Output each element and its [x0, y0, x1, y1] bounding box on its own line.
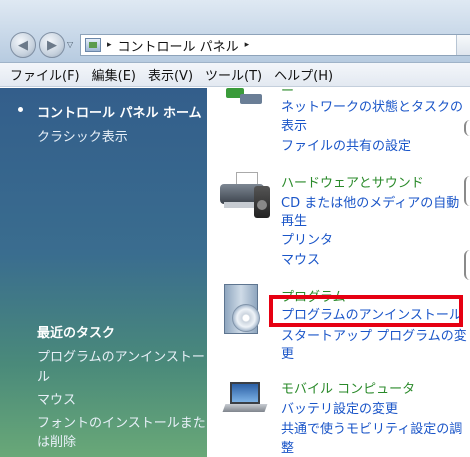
menu-view[interactable]: 表示(V) — [148, 65, 193, 84]
network-status-link[interactable]: ネットワークの状態とタスクの — [281, 96, 463, 115]
menu-edit[interactable]: 編集(E) — [92, 65, 136, 84]
classic-view-link[interactable]: クラシック表示 — [37, 126, 128, 145]
mobility-settings-link-cont[interactable]: 整 — [281, 437, 294, 456]
breadcrumb-separator-icon[interactable]: ▸ — [245, 40, 250, 50]
network-icon[interactable] — [222, 88, 266, 106]
network-status-link-cont[interactable]: 表示 — [281, 115, 307, 134]
forward-arrow-icon: ▶ — [47, 37, 57, 53]
menu-bar: ファイル(F) 編集(E) 表示(V) ツール(T) ヘルプ(H) — [0, 63, 470, 87]
recent-pages-dropdown-icon[interactable]: ▽ — [67, 40, 73, 49]
partial-category-icon — [464, 120, 470, 136]
recent-task-mouse[interactable]: マウス — [37, 389, 76, 408]
highlight-annotation-box — [269, 295, 463, 327]
hardware-sound-category-title[interactable]: ハードウェアとサウンド — [281, 172, 424, 191]
back-button[interactable]: ◀ — [10, 32, 36, 58]
recent-tasks-heading: 最近のタスク — [37, 326, 116, 341]
address-dropdown-button[interactable] — [456, 35, 470, 55]
breadcrumb-separator-icon[interactable]: ▸ — [107, 40, 112, 50]
laptop-icon[interactable] — [222, 382, 268, 418]
programs-icon[interactable] — [222, 282, 266, 338]
forward-button[interactable]: ▶ — [39, 32, 65, 58]
battery-settings-link[interactable]: バッテリ設定の変更 — [281, 398, 398, 417]
recent-task-fonts-cont[interactable]: は削除 — [37, 431, 76, 450]
control-panel-home-link[interactable]: コントロール パネル ホーム — [37, 102, 202, 121]
mouse-link[interactable]: マウス — [281, 249, 320, 268]
recent-task-fonts[interactable]: フォントのインストールまた — [37, 412, 206, 431]
address-toolbar: ◀ ▶ ▽ ▸ コントロール パネル ▸ — [0, 0, 470, 63]
menu-file[interactable]: ファイル(F) — [10, 65, 80, 84]
current-page-bullet-icon — [18, 107, 23, 112]
printer-speaker-icon[interactable] — [218, 172, 272, 220]
autoplay-link[interactable]: CD または他のメディアの自動 — [281, 192, 459, 211]
control-panel-icon — [85, 38, 101, 52]
mobility-settings-link[interactable]: 共通で使うモビリティ設定の調 — [281, 418, 462, 437]
mobile-pc-category-title[interactable]: モバイル コンピュータ — [281, 378, 415, 397]
breadcrumb-control-panel[interactable]: コントロール パネル — [118, 36, 239, 55]
partial-category-icon — [464, 250, 470, 280]
startup-programs-link[interactable]: スタートアップ プログラムの変 — [281, 325, 467, 344]
partial-category-icon — [464, 176, 470, 206]
address-bar[interactable]: ▸ コントロール パネル ▸ — [80, 34, 470, 56]
back-arrow-icon: ◀ — [18, 37, 28, 53]
printers-link[interactable]: プリンタ — [281, 229, 333, 248]
recent-task-uninstall-cont[interactable]: ル — [37, 366, 50, 385]
file-sharing-link[interactable]: ファイルの共有の設定 — [281, 135, 411, 154]
startup-programs-link-cont[interactable]: 更 — [281, 343, 294, 362]
recent-task-uninstall[interactable]: プログラムのアンインストー — [37, 346, 205, 365]
autoplay-link-cont[interactable]: 再生 — [281, 210, 307, 229]
menu-tools[interactable]: ツール(T) — [205, 65, 262, 84]
